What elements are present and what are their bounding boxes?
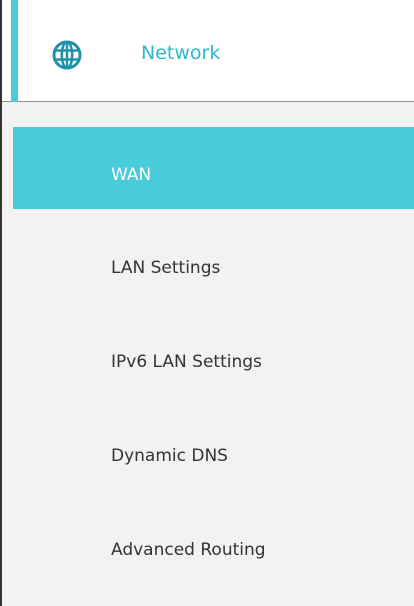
globe-icon	[52, 40, 82, 70]
menu-item-dynamic-dns[interactable]: Dynamic DNS	[2, 409, 414, 503]
menu-item-label: WAN	[111, 165, 152, 185]
menu-item-wan[interactable]: WAN	[13, 127, 414, 209]
menu-item-ipv6-lan-settings[interactable]: IPv6 LAN Settings	[2, 315, 414, 409]
menu-item-label: LAN Settings	[111, 258, 221, 278]
menu-item-lan-settings[interactable]: LAN Settings	[2, 221, 414, 315]
menu-item-label: Dynamic DNS	[111, 446, 228, 466]
network-section-title: Network	[141, 42, 221, 64]
section-accent-bar	[11, 0, 18, 102]
network-section-header[interactable]: Network	[2, 0, 414, 102]
menu-item-label: Advanced Routing	[111, 540, 266, 560]
menu-item-advanced-routing[interactable]: Advanced Routing	[2, 503, 414, 597]
network-submenu: WAN LAN Settings IPv6 LAN Settings Dynam…	[2, 127, 414, 597]
menu-item-label: IPv6 LAN Settings	[111, 352, 262, 372]
network-settings-menu: Network WAN LAN Settings IPv6 LAN Settin…	[0, 0, 414, 606]
